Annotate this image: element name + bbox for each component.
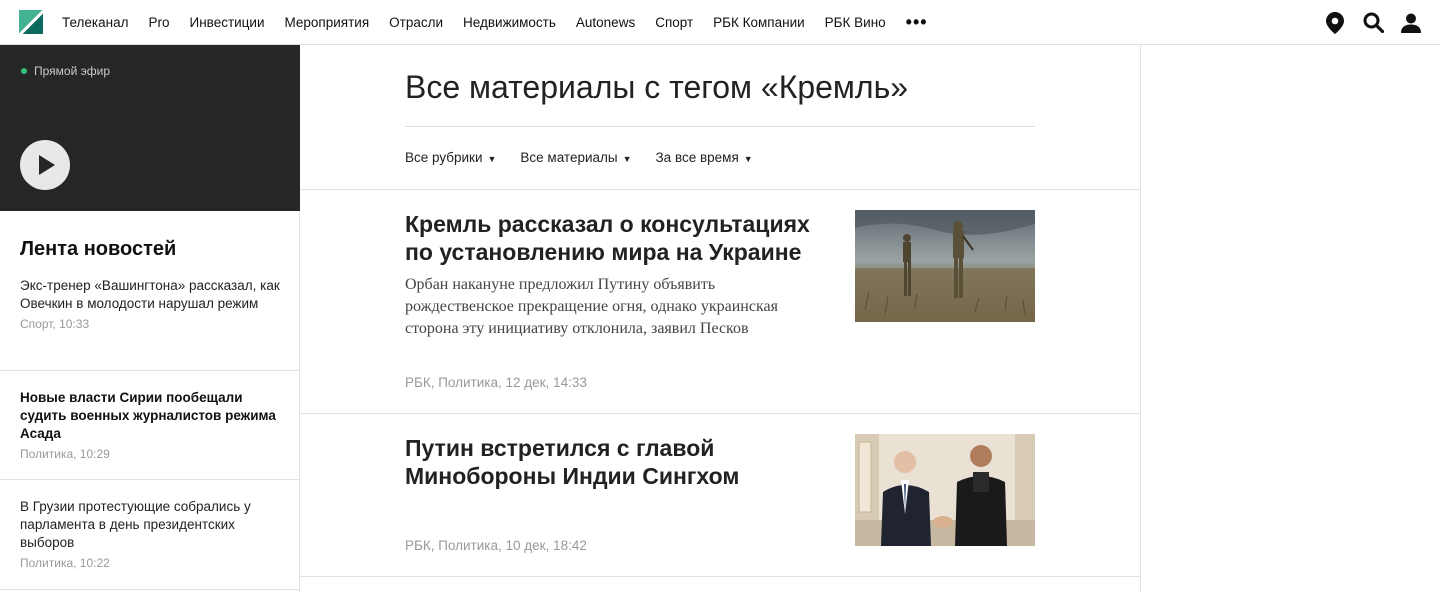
article-title[interactable]: Кремль рассказал о консультациях по уста… <box>405 210 835 266</box>
main-content: Все материалы с тегом «Кремль» Все рубри… <box>300 45 1141 593</box>
divider <box>405 126 1035 127</box>
article-card[interactable]: Путин встретился с главой Минобороны Инд… <box>405 434 1035 574</box>
live-label: Прямой эфир <box>34 64 110 78</box>
article-image[interactable] <box>855 210 1035 322</box>
nav-item-nedvizhimost[interactable]: Недвижимость <box>463 15 556 30</box>
live-stream-player[interactable]: Прямой эфир <box>0 45 300 211</box>
news-item-title[interactable]: В Грузии протестующие собрались у парлам… <box>20 498 280 552</box>
news-item-meta: Спорт, 10:33 <box>20 317 90 331</box>
nav-item-otrasli[interactable]: Отрасли <box>389 15 443 30</box>
news-item-meta: Политика, 10:22 <box>20 556 110 570</box>
divider <box>0 589 300 590</box>
article-meta: РБК, Политика, 10 дек, 18:42 <box>405 538 587 553</box>
dropdown-arrow-icon: ▼ <box>487 154 497 164</box>
news-item-title[interactable]: Новые власти Сирии пообещали судить воен… <box>20 389 280 443</box>
divider <box>0 370 300 371</box>
play-icon[interactable] <box>20 140 70 190</box>
news-item-meta: Политика, 10:29 <box>20 447 110 461</box>
divider <box>300 576 1141 577</box>
filter-time-dropdown[interactable]: За все время ▼ <box>656 150 753 165</box>
nav-item-investicii[interactable]: Инвестиции <box>190 15 265 30</box>
user-profile-icon[interactable] <box>1400 12 1422 34</box>
list-item[interactable]: В Грузии протестующие собрались у парлам… <box>0 498 300 570</box>
page-title: Все материалы с тегом «Кремль» <box>405 69 909 105</box>
nav-item-meropriyatiya[interactable]: Мероприятия <box>285 15 370 30</box>
nav-item-autonews[interactable]: Autonews <box>576 15 635 30</box>
article-description: Орбан накануне предложил Путину объявить… <box>405 276 778 337</box>
list-item[interactable]: Новые власти Сирии пообещали судить воен… <box>0 389 300 461</box>
main-nav: Телеканал Pro Инвестиции Мероприятия Отр… <box>62 0 948 45</box>
article-card[interactable]: Кремль рассказал о консультациях по уста… <box>405 210 1035 410</box>
news-feed-title: Лента новостей <box>20 238 177 260</box>
dropdown-arrow-icon: ▼ <box>743 154 753 164</box>
rbc-logo[interactable] <box>19 10 43 34</box>
nav-item-rbc-companies[interactable]: РБК Компании <box>713 15 805 30</box>
news-item-title[interactable]: Экс-тренер «Вашингтона» рассказал, как О… <box>20 277 280 313</box>
nav-item-sport[interactable]: Спорт <box>655 15 693 30</box>
article-meta: РБК, Политика, 12 дек, 14:33 <box>405 375 587 390</box>
location-pin-icon[interactable] <box>1324 11 1346 34</box>
nav-item-telekanal[interactable]: Телеканал <box>62 15 129 30</box>
list-item[interactable]: Экс-тренер «Вашингтона» рассказал, как О… <box>0 277 300 331</box>
more-menu-button[interactable]: ••• <box>906 12 928 33</box>
divider <box>300 189 1141 190</box>
header-icons <box>1308 0 1422 45</box>
top-navigation-bar: Телеканал Pro Инвестиции Мероприятия Отр… <box>0 0 1440 45</box>
article-title[interactable]: Путин встретился с главой Минобороны Инд… <box>405 434 835 490</box>
filter-materials-dropdown[interactable]: Все материалы ▼ <box>520 150 631 165</box>
live-indicator-dot <box>21 68 27 74</box>
dropdown-arrow-icon: ▼ <box>622 154 632 164</box>
nav-item-rbc-wine[interactable]: РБК Вино <box>825 15 886 30</box>
article-image[interactable] <box>855 434 1035 546</box>
filters-bar: Все рубрики ▼ Все материалы ▼ За все время… <box>405 150 777 165</box>
news-feed: Лента новостей Экс-тренер «Вашингтона» р… <box>0 211 300 593</box>
divider <box>0 479 300 480</box>
search-icon[interactable] <box>1362 12 1384 34</box>
divider <box>300 413 1141 414</box>
filter-rubrics-dropdown[interactable]: Все рубрики ▼ <box>405 150 496 165</box>
nav-item-pro[interactable]: Pro <box>149 15 170 30</box>
